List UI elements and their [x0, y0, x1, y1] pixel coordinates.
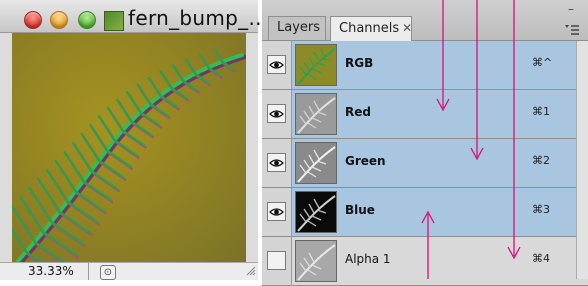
visibility-toggle[interactable] — [267, 153, 286, 172]
leaflet — [136, 83, 152, 105]
visibility-cell — [262, 188, 292, 236]
close-tab-icon[interactable]: ✕ — [402, 21, 412, 35]
channel-name: Alpha 1 — [345, 252, 391, 266]
zoom-level-field[interactable]: 33.33% — [28, 264, 74, 278]
visibility-toggle[interactable] — [267, 55, 286, 74]
leaflet — [185, 58, 197, 75]
tab-channels-label: Channels — [339, 21, 400, 36]
channel-name: Red — [345, 105, 371, 119]
visibility-cell — [262, 90, 292, 138]
tab-layers-label: Layers — [277, 20, 321, 35]
visibility-toggle[interactable] — [267, 251, 286, 270]
panel-menu-icon[interactable] — [564, 24, 580, 36]
channel-thumbnail-rgb — [295, 44, 337, 86]
zoom-window-button[interactable] — [78, 11, 96, 29]
leaflet — [171, 64, 184, 82]
channel-shortcut: ⌘^ — [532, 56, 553, 69]
leaflet — [139, 111, 161, 127]
resize-grip-icon[interactable] — [246, 266, 256, 276]
channel-row-rgb[interactable]: RGB ⌘^ — [262, 41, 588, 90]
channel-shortcut: ⌘2 — [532, 154, 550, 167]
status-info-icon[interactable]: ⊙ — [100, 265, 116, 280]
leaflet — [121, 129, 146, 147]
panel-scrollbar[interactable] — [576, 41, 588, 279]
channel-name: RGB — [345, 56, 374, 70]
document-window: fern_bump_... 33.33% ⊙ — [0, 0, 268, 280]
channel-thumbnail-alpha-1 — [295, 240, 337, 282]
document-titlebar[interactable]: fern_bump_... — [0, 0, 268, 33]
tab-channels[interactable]: Channels ✕ — [330, 16, 412, 41]
leaflet — [105, 149, 132, 168]
channel-row-red[interactable]: Red ⌘1 — [262, 90, 588, 139]
status-divider — [88, 263, 89, 280]
eye-icon — [269, 61, 284, 69]
channel-name: Blue — [345, 203, 375, 217]
leaflet — [147, 76, 162, 97]
eye-icon — [269, 159, 284, 167]
leaflet — [106, 106, 124, 132]
leaflet — [213, 49, 224, 63]
leaflet — [89, 169, 119, 190]
channel-list: RGB ⌘^ Red ⌘1 Green ⌘2 Blue ⌘3 Alpha 1 ⌘… — [262, 41, 588, 286]
channel-row-blue[interactable]: Blue ⌘3 — [262, 188, 588, 237]
channel-thumbnail-red — [295, 93, 337, 135]
leaflet — [82, 179, 112, 202]
visibility-cell — [262, 139, 292, 187]
document-statusbar: 33.33% ⊙ — [0, 262, 258, 280]
channel-thumbnail-green — [295, 142, 337, 184]
document-title: fern_bump_... — [128, 6, 269, 30]
channel-thumbnail-blue — [295, 191, 337, 233]
leaflet — [97, 159, 125, 179]
visibility-cell — [262, 237, 292, 285]
channel-shortcut: ⌘4 — [532, 252, 550, 265]
leaflet — [125, 90, 142, 114]
close-window-button[interactable] — [24, 11, 42, 29]
channel-name: Green — [345, 154, 386, 168]
leaflet — [129, 120, 153, 137]
channels-panel: Layers Channels ✕ – RGB ⌘^ Red ⌘1 Green … — [262, 0, 588, 286]
eye-icon — [269, 110, 284, 118]
leaflet — [170, 86, 188, 100]
document-proxy-icon[interactable] — [104, 11, 124, 31]
leaflet — [159, 94, 179, 109]
leaflet — [159, 70, 173, 89]
minimize-window-button[interactable] — [50, 11, 68, 29]
leaflet — [116, 98, 133, 123]
channel-shortcut: ⌘1 — [532, 105, 550, 118]
leaflet — [89, 123, 108, 152]
visibility-toggle[interactable] — [267, 104, 286, 123]
channel-shortcut: ⌘3 — [532, 203, 550, 216]
visibility-cell — [262, 41, 292, 89]
leaflet — [113, 138, 139, 157]
leaflet — [71, 141, 93, 172]
fern-bump-image — [12, 49, 246, 262]
leaflet — [97, 114, 116, 142]
leaflet — [198, 53, 210, 69]
fern-frond-illustration — [16, 53, 246, 262]
eye-icon — [269, 208, 284, 216]
panel-tabbar: Layers Channels ✕ – — [262, 0, 588, 41]
channel-row-green[interactable]: Green ⌘2 — [262, 139, 588, 188]
leaflet — [33, 240, 66, 262]
leaflet — [80, 132, 100, 162]
document-canvas[interactable] — [12, 33, 246, 262]
tab-layers[interactable]: Layers — [268, 16, 326, 40]
collapse-panel-icon[interactable]: – — [568, 2, 574, 16]
leaflet — [148, 102, 169, 118]
visibility-toggle[interactable] — [267, 202, 286, 221]
